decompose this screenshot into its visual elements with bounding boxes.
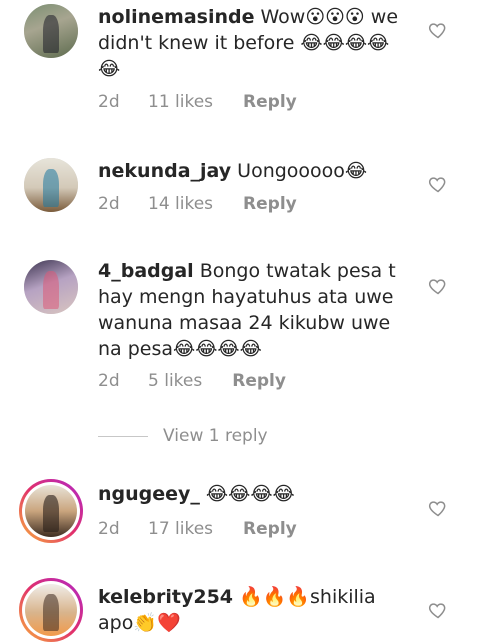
comment-body: kelebrity254 🔥🔥🔥shikilia apo👏❤️ (98, 584, 408, 636)
heart-outline-icon[interactable] (428, 174, 448, 194)
comment-username[interactable]: 4_badgal (98, 260, 194, 282)
avatar (25, 485, 77, 537)
reply-button[interactable]: Reply (243, 92, 297, 112)
comment-likes[interactable]: 17 likes (148, 519, 213, 539)
heart-outline-icon[interactable] (428, 498, 448, 518)
heart-outline-icon[interactable] (428, 20, 448, 40)
comment-time: 2d (98, 194, 120, 214)
comment-username[interactable]: ngugeey_ (98, 483, 200, 505)
heart-outline-icon[interactable] (428, 600, 448, 620)
comment-likes[interactable]: 11 likes (148, 92, 213, 112)
avatar[interactable] (24, 260, 78, 314)
comment-username[interactable]: nolinemasinde (98, 6, 254, 28)
reply-button[interactable]: Reply (243, 519, 297, 539)
view-replies-button[interactable]: View 1 reply (98, 426, 268, 446)
comment-meta: 2d 17 likes Reply (98, 519, 297, 539)
comment-body: ngugeey_ 😂😂😂😂 (98, 481, 408, 507)
avatar[interactable] (24, 158, 78, 212)
heart-outline-icon[interactable] (428, 276, 448, 296)
comment-time: 2d (98, 92, 120, 112)
comment-meta: 2d 11 likes Reply (98, 92, 297, 112)
comment-meta: 2d 5 likes Reply (98, 371, 286, 391)
avatar-story-ring[interactable] (19, 479, 83, 543)
avatar-story-ring[interactable] (19, 578, 83, 642)
comment-time: 2d (98, 519, 120, 539)
comment-time: 2d (98, 371, 120, 391)
comment-text: Uongooooo😂 (237, 160, 368, 182)
comment-body: 4_badgal Bongo twatak pesa t hay mengn ha… (98, 258, 408, 362)
comment-meta: 2d 14 likes Reply (98, 194, 297, 214)
avatar[interactable] (24, 4, 78, 58)
view-replies-label: View 1 reply (163, 426, 268, 446)
reply-button[interactable]: Reply (243, 194, 297, 214)
comment-body: nolinemasinde Wow😮😮😮 we didn't knew it be… (98, 4, 408, 82)
comment-likes[interactable]: 14 likes (148, 194, 213, 214)
comment-username[interactable]: kelebrity254 (98, 586, 233, 608)
avatar (25, 584, 77, 636)
comment-text: 😂😂😂😂 (205, 483, 295, 505)
reply-button[interactable]: Reply (232, 371, 286, 391)
divider (98, 435, 148, 437)
comment-body: nekunda_jay Uongooooo😂 (98, 158, 408, 184)
comment-likes[interactable]: 5 likes (148, 371, 202, 391)
comment-username[interactable]: nekunda_jay (98, 160, 231, 182)
